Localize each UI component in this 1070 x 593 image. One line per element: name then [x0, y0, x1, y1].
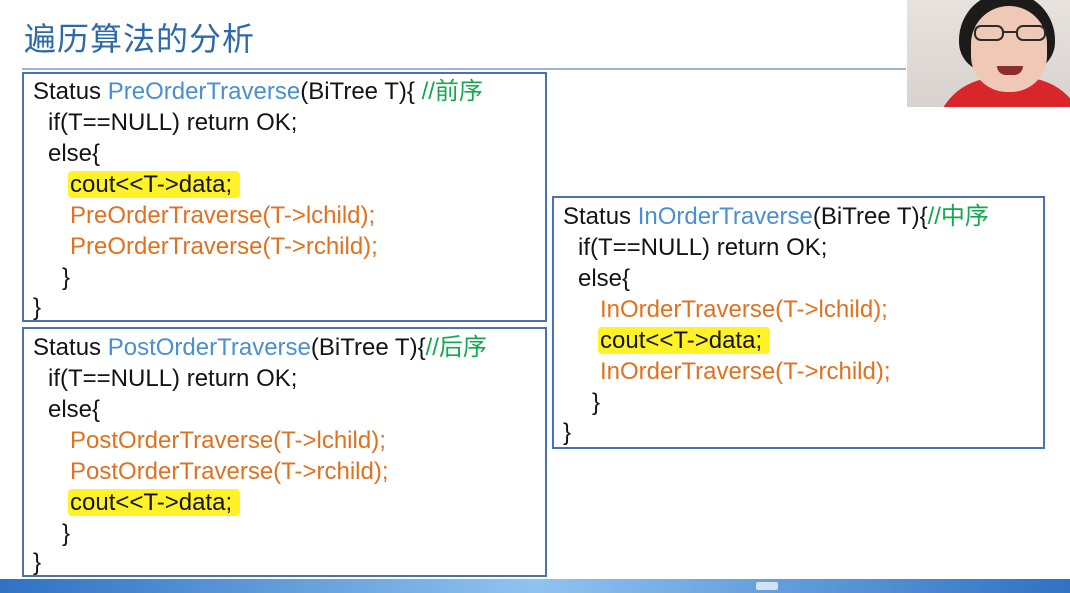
inorder-visit-line: cout<<T->data; [598, 326, 771, 356]
preorder-signature-line: Status PreOrderTraverse(BiTree T){ //前序 [33, 77, 483, 107]
preorder-left-call: PreOrderTraverse(T->lchild); [70, 202, 376, 229]
postorder-visit-line: cout<<T->data; [68, 488, 241, 518]
postorder-function-name: PostOrderTraverse [107, 334, 311, 361]
preorder-else-close: } [62, 264, 71, 291]
preorder-comment: //前序 [421, 78, 483, 105]
status-keyword: Status [33, 78, 108, 105]
title-divider [22, 68, 906, 70]
inorder-left-call: InOrderTraverse(T->lchild); [600, 296, 888, 323]
preorder-visit-highlight: cout<<T->data; [68, 171, 241, 198]
preorder-code-box: Status PreOrderTraverse(BiTree T){ //前序 … [22, 72, 547, 322]
postorder-null-check: if(T==NULL) return OK; [48, 365, 298, 392]
preorder-params: (BiTree T){ [300, 78, 422, 105]
inorder-signature-line: Status InOrderTraverse(BiTree T){//中序 [563, 202, 989, 232]
slide-footer-bar [0, 579, 1070, 593]
inorder-null-check: if(T==NULL) return OK; [578, 234, 828, 261]
postorder-params: (BiTree T){ [310, 334, 426, 361]
postorder-left-call: PostOrderTraverse(T->lchild); [70, 427, 386, 454]
postorder-signature-line: Status PostOrderTraverse(BiTree T){//后序 [33, 333, 487, 363]
inorder-right-call: InOrderTraverse(T->rchild); [600, 358, 891, 385]
preorder-visit-line: cout<<T->data; [68, 170, 241, 200]
inorder-else-close: } [592, 389, 601, 416]
preorder-null-check: if(T==NULL) return OK; [48, 109, 298, 136]
preorder-else: else{ [48, 140, 101, 167]
inorder-fn-close: } [563, 419, 572, 446]
preorder-right-call: PreOrderTraverse(T->rchild); [70, 233, 378, 260]
glasses-icon [974, 25, 1046, 41]
postorder-visit-highlight: cout<<T->data; [68, 489, 241, 516]
postorder-else: else{ [48, 396, 101, 423]
postorder-fn-close: } [33, 549, 42, 576]
postorder-right-call: PostOrderTraverse(T->rchild); [70, 458, 389, 485]
presenter-video [907, 0, 1070, 107]
inorder-code-box: Status InOrderTraverse(BiTree T){//中序 if… [552, 196, 1045, 449]
inorder-comment: //中序 [927, 203, 989, 230]
slide-title: 遍历算法的分析 [24, 20, 256, 58]
status-keyword: Status [563, 203, 638, 230]
footer-logo-icon [756, 582, 778, 590]
inorder-else: else{ [578, 265, 631, 292]
postorder-code-box: Status PostOrderTraverse(BiTree T){//后序 … [22, 327, 547, 577]
preorder-function-name: PreOrderTraverse [107, 78, 301, 105]
postorder-comment: //后序 [425, 334, 487, 361]
inorder-function-name: InOrderTraverse [637, 203, 813, 230]
preorder-fn-close: } [33, 294, 42, 321]
status-keyword: Status [33, 334, 108, 361]
postorder-else-close: } [62, 520, 71, 547]
inorder-visit-highlight: cout<<T->data; [598, 327, 771, 354]
inorder-params: (BiTree T){ [812, 203, 928, 230]
presenter-face [971, 6, 1047, 92]
